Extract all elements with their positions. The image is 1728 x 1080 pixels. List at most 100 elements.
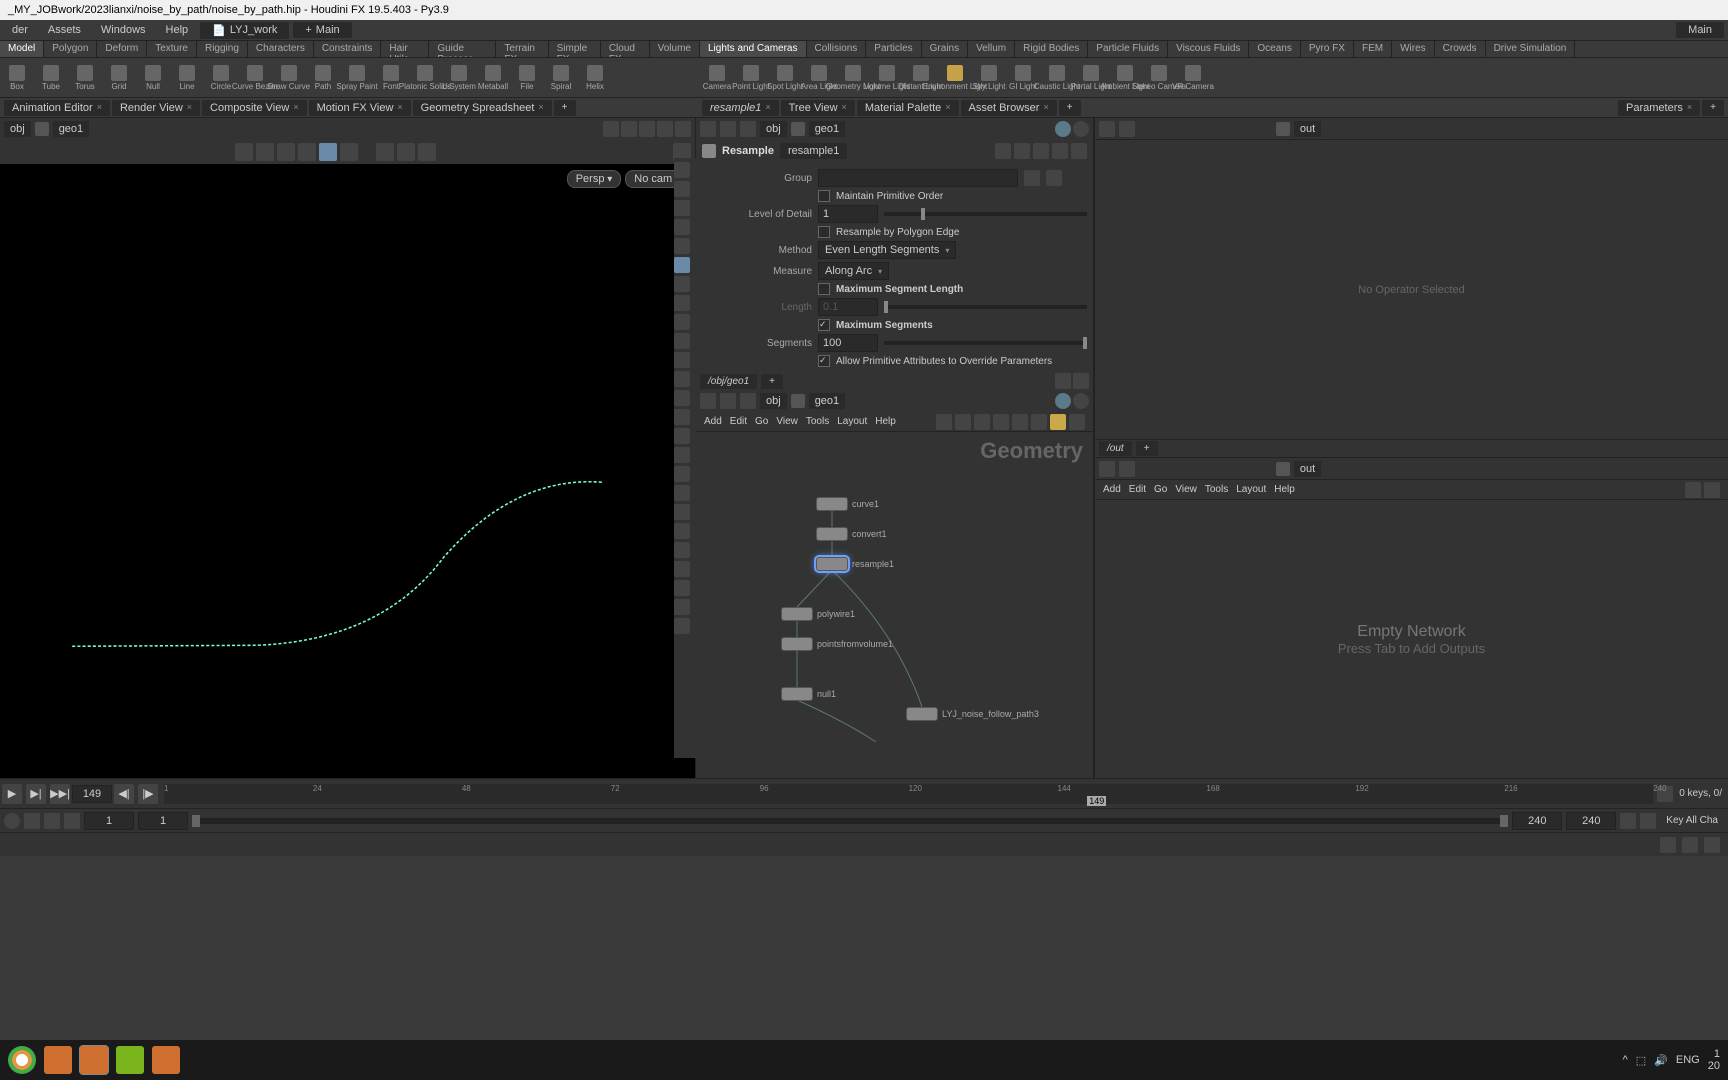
snapshot-icon[interactable] (621, 121, 637, 137)
shelf-tab[interactable]: Characters (248, 41, 314, 57)
pane-tab[interactable]: Render View× (112, 100, 200, 116)
layout-icon[interactable] (657, 121, 673, 137)
group-select-icon[interactable] (1046, 170, 1062, 186)
pane-tab[interactable]: Geometry Spreadsheet× (413, 100, 552, 116)
lock-icon[interactable] (674, 200, 690, 216)
shelf-tab[interactable]: Oceans (1249, 41, 1300, 57)
empty-network[interactable]: Empty Network Press Tab to Add Outputs (1095, 500, 1728, 778)
menu-item[interactable]: View (1175, 484, 1197, 495)
network-node[interactable]: curve1 (816, 497, 879, 511)
display-opt-icon[interactable] (674, 352, 690, 368)
select-tool-icon[interactable] (235, 143, 253, 161)
network-tab[interactable]: /out (1099, 441, 1132, 456)
shelf-tab[interactable]: Grains (922, 41, 968, 57)
add-tab-button[interactable]: + (1136, 441, 1158, 456)
maxlen-checkbox[interactable] (818, 283, 830, 295)
segments-field[interactable] (818, 334, 878, 352)
play-button[interactable]: ▶ (2, 784, 22, 804)
node-name-field[interactable]: resample1 (780, 143, 847, 159)
move-tool-icon[interactable] (256, 143, 274, 161)
next-key-button[interactable]: |▶ (138, 784, 158, 804)
shelf-tab[interactable]: Texture (147, 41, 197, 57)
menu-item[interactable]: Help (875, 416, 896, 427)
shelf-tab[interactable]: Polygon (44, 41, 97, 57)
menu-item[interactable]: Tools (1205, 484, 1228, 495)
shelf-tab[interactable]: Collisions (807, 41, 867, 57)
shelf-tab[interactable]: Guide Process (429, 41, 496, 57)
chrome-icon[interactable] (8, 1046, 36, 1074)
shelf-tab[interactable]: Hair Utils (381, 41, 429, 57)
snap-icon[interactable] (340, 143, 358, 161)
home-icon[interactable] (740, 121, 756, 137)
location-icon[interactable] (674, 599, 690, 615)
forward-icon[interactable] (1119, 461, 1135, 477)
tool-icon[interactable] (936, 414, 952, 430)
menu-item[interactable]: Add (704, 416, 722, 427)
home-icon[interactable] (740, 393, 756, 409)
node-body[interactable] (781, 637, 813, 651)
pane-tab[interactable]: Tree View× (781, 100, 855, 116)
menu-item[interactable]: View (776, 416, 798, 427)
menu-item[interactable]: Add (1103, 484, 1121, 495)
shelf-tool[interactable]: Metaball (476, 58, 510, 97)
network-node[interactable]: null1 (781, 687, 836, 701)
persp-dropdown[interactable]: Persp ▾ (567, 170, 622, 188)
shelf-tool[interactable]: Tube (34, 58, 68, 97)
list-icon[interactable] (1704, 482, 1720, 498)
menu-icon[interactable] (1073, 373, 1089, 389)
menu-item[interactable]: der (4, 22, 36, 38)
desktop-tab[interactable]: +Main (293, 22, 351, 38)
display-opt-icon[interactable] (674, 390, 690, 406)
segments-slider[interactable] (884, 341, 1087, 345)
display-opt-icon[interactable] (674, 428, 690, 444)
shelf-tool[interactable]: Null (136, 58, 170, 97)
forward-icon[interactable] (720, 393, 736, 409)
menu-item[interactable]: Go (755, 416, 768, 427)
shelf-tab[interactable]: Volume (650, 41, 700, 57)
palette-icon[interactable] (1031, 414, 1047, 430)
grid2-icon[interactable] (993, 414, 1009, 430)
close-icon[interactable]: × (1043, 102, 1048, 114)
display-opt-icon[interactable] (674, 447, 690, 463)
menu-item[interactable]: Windows (93, 22, 154, 38)
add-tab-button[interactable]: + (1702, 100, 1724, 116)
network-node[interactable]: LYJ_noise_follow_path3 (906, 707, 1039, 721)
volume-icon[interactable]: 🔊 (1654, 1054, 1668, 1067)
shelf-tool[interactable]: L-System (442, 58, 476, 97)
shelf-tab[interactable]: Pyro FX (1301, 41, 1354, 57)
close-icon[interactable]: × (842, 102, 847, 114)
desktop-tab-right[interactable]: Main (1676, 22, 1724, 38)
help-icon[interactable] (1071, 143, 1087, 159)
display-opt-icon[interactable] (674, 580, 690, 596)
menu-item[interactable]: Layout (1236, 484, 1266, 495)
allow-checkbox[interactable] (818, 355, 830, 367)
forward-icon[interactable] (1119, 121, 1135, 137)
pane-tab[interactable]: Animation Editor× (4, 100, 110, 116)
viewport-3d[interactable]: Persp ▾ No cam ▾ (0, 164, 695, 778)
shelf-tool[interactable]: Grid (102, 58, 136, 97)
info-icon[interactable] (674, 618, 690, 634)
audio-icon[interactable] (24, 813, 40, 829)
light-icon[interactable] (674, 276, 690, 292)
maxseg-checkbox[interactable] (818, 319, 830, 331)
pane-tab[interactable]: Motion FX View× (309, 100, 411, 116)
shelf-tool[interactable]: Circle (204, 58, 238, 97)
shelf-tab[interactable]: Terrain FX (496, 41, 548, 57)
lod-slider[interactable] (884, 212, 1087, 216)
shelf-tab[interactable]: FEM (1354, 41, 1392, 57)
pin-icon[interactable] (1055, 121, 1071, 137)
shelf-tab[interactable]: Particles (866, 41, 921, 57)
global-start-field[interactable] (84, 812, 134, 830)
sticky-icon[interactable] (1050, 414, 1066, 430)
link-icon[interactable] (1073, 121, 1089, 137)
display-opt-icon[interactable] (674, 409, 690, 425)
layout-icon[interactable] (1055, 373, 1071, 389)
path-crumb[interactable]: geo1 (809, 393, 845, 409)
step-fwd-button[interactable]: ▶| (26, 784, 46, 804)
chat-icon[interactable] (1660, 837, 1676, 853)
display-opt-icon[interactable] (674, 181, 690, 197)
tool-icon[interactable] (1685, 482, 1701, 498)
node-body[interactable] (781, 687, 813, 701)
lod-field[interactable] (818, 205, 878, 223)
shelf-tool[interactable]: Volume Light (870, 58, 904, 97)
